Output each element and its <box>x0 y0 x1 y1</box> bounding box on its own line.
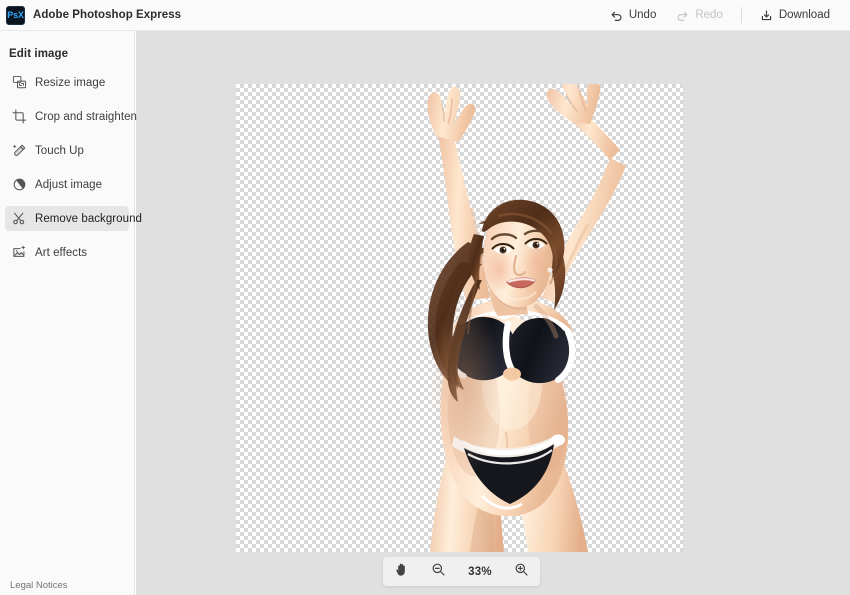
sidebar-title: Edit image <box>9 48 69 60</box>
app-brand: PsX Adobe Photoshop Express <box>0 5 182 25</box>
sidebar: Edit image Resize image Crop and straigh… <box>0 31 142 595</box>
zoom-in-icon <box>514 562 529 582</box>
undo-label: Undo <box>628 9 657 21</box>
undo-arrow-icon <box>610 9 623 22</box>
hand-tool-button[interactable] <box>383 557 420 586</box>
sidebar-item-art-effects[interactable]: Art effects <box>5 240 129 265</box>
redo-button[interactable]: Redo <box>666 3 733 27</box>
legal-notices-link[interactable]: Legal Notices <box>10 580 68 591</box>
sidebar-item-touch-up[interactable]: Touch Up <box>5 138 129 163</box>
hand-pan-icon <box>394 562 409 582</box>
redo-label: Redo <box>695 9 723 21</box>
sidebar-item-label: Adjust image <box>35 178 103 191</box>
sidebar-item-adjust-image[interactable]: Adjust image <box>5 172 129 197</box>
app-title: Adobe Photoshop Express <box>33 9 182 21</box>
zoom-in-button[interactable] <box>503 557 540 586</box>
sidebar-item-label: Art effects <box>35 246 88 259</box>
adjust-contrast-icon <box>11 177 27 193</box>
app-header: PsX Adobe Photoshop Express Undo Redo Do… <box>0 0 850 31</box>
zoom-toolbar: 33% <box>383 557 540 586</box>
header-divider <box>740 7 742 23</box>
sidebar-item-label: Resize image <box>35 76 106 89</box>
sidebar-item-crop-and-straighten[interactable]: Crop and straighten <box>5 104 137 129</box>
crop-straighten-icon <box>11 109 27 125</box>
download-tray-icon <box>760 9 773 22</box>
sidebar-item-label: Touch Up <box>35 144 84 157</box>
touch-up-brush-icon <box>11 143 27 159</box>
zoom-out-icon <box>431 562 446 582</box>
sidebar-item-remove-background[interactable]: Remove background <box>5 206 142 231</box>
header-actions: Undo Redo Download <box>600 0 850 30</box>
undo-button[interactable]: Undo <box>600 3 667 27</box>
subject-photo <box>236 84 683 552</box>
photoshop-express-logo: PsX <box>6 5 25 25</box>
resize-image-icon <box>11 75 27 91</box>
photoshop-express-window: PsX Adobe Photoshop Express Undo Redo Do… <box>0 0 850 595</box>
sidebar-item-label: Crop and straighten <box>35 110 137 123</box>
sidebar-item-resize-image[interactable]: Resize image <box>5 70 129 95</box>
logo-text: PsX <box>7 9 24 20</box>
sidebar-menu: Resize image Crop and straighten Touch U… <box>0 70 142 265</box>
zoom-level-value: 33% <box>468 565 492 578</box>
redo-arrow-icon <box>676 9 689 22</box>
download-label: Download <box>778 9 830 21</box>
image-canvas[interactable] <box>236 84 683 552</box>
sidebar-item-label: Remove background <box>35 212 142 225</box>
scissors-icon <box>11 211 27 227</box>
canvas-workarea[interactable]: 33% <box>136 31 850 595</box>
art-effects-icon <box>11 245 27 261</box>
zoom-out-button[interactable] <box>420 557 457 586</box>
download-button[interactable]: Download <box>750 3 840 27</box>
